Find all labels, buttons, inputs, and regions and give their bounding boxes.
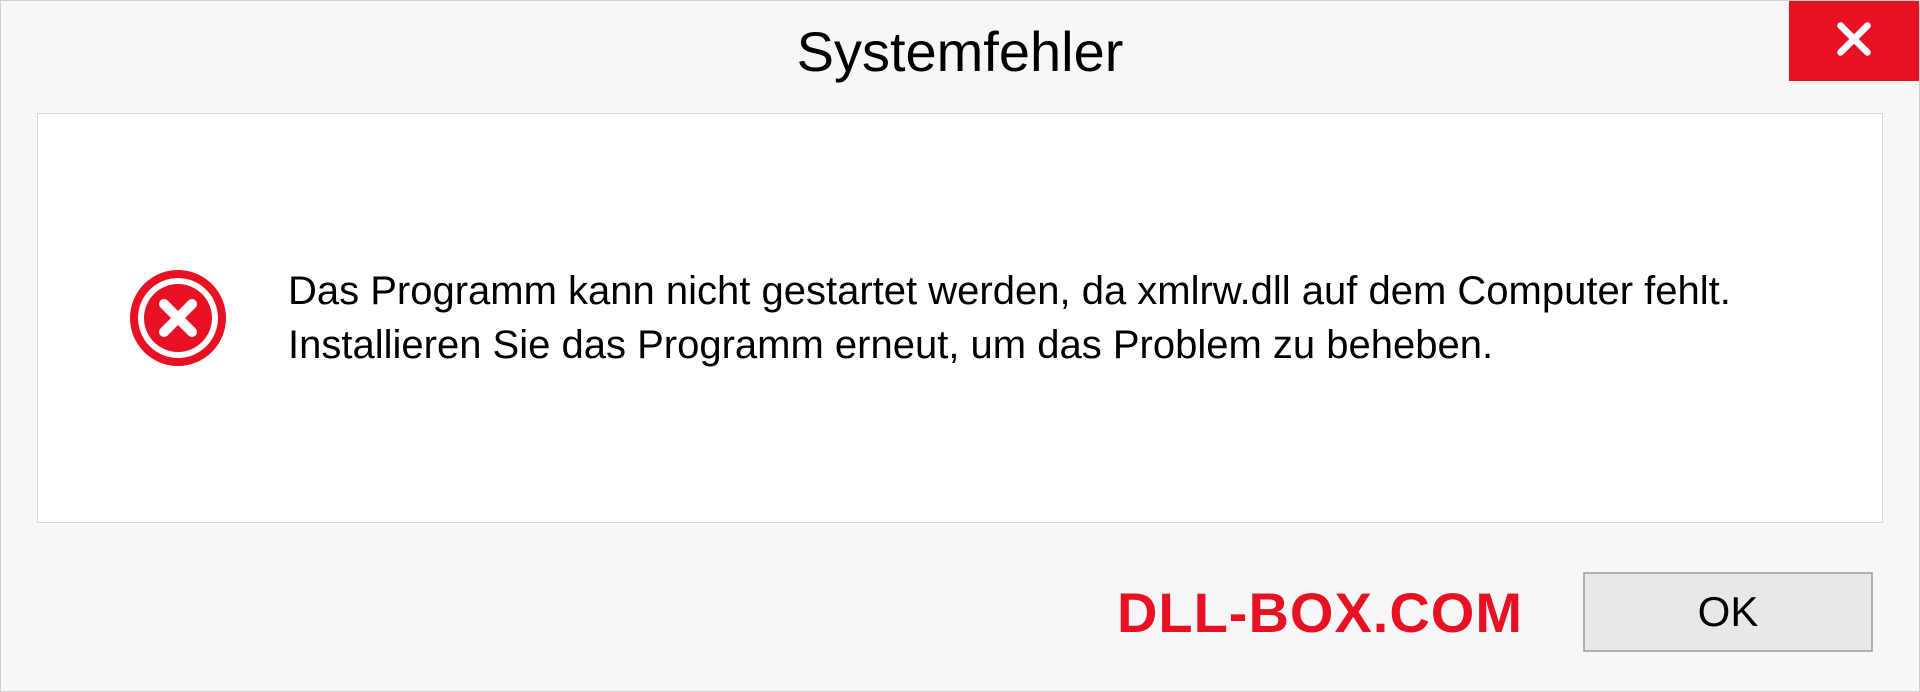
error-icon [128,268,228,368]
content-panel: Das Programm kann nicht gestartet werden… [37,113,1883,523]
dialog-title: Systemfehler [797,19,1124,84]
close-button[interactable] [1789,1,1919,81]
ok-button[interactable]: OK [1583,572,1873,652]
close-icon [1831,16,1877,67]
error-dialog: Systemfehler Das Programm kann nicht ges… [0,0,1920,692]
ok-button-label: OK [1698,588,1759,636]
dialog-footer: DLL-BOX.COM OK [1,533,1919,691]
titlebar: Systemfehler [1,1,1919,101]
watermark-text: DLL-BOX.COM [1117,580,1523,645]
error-message: Das Programm kann nicht gestartet werden… [288,264,1788,372]
